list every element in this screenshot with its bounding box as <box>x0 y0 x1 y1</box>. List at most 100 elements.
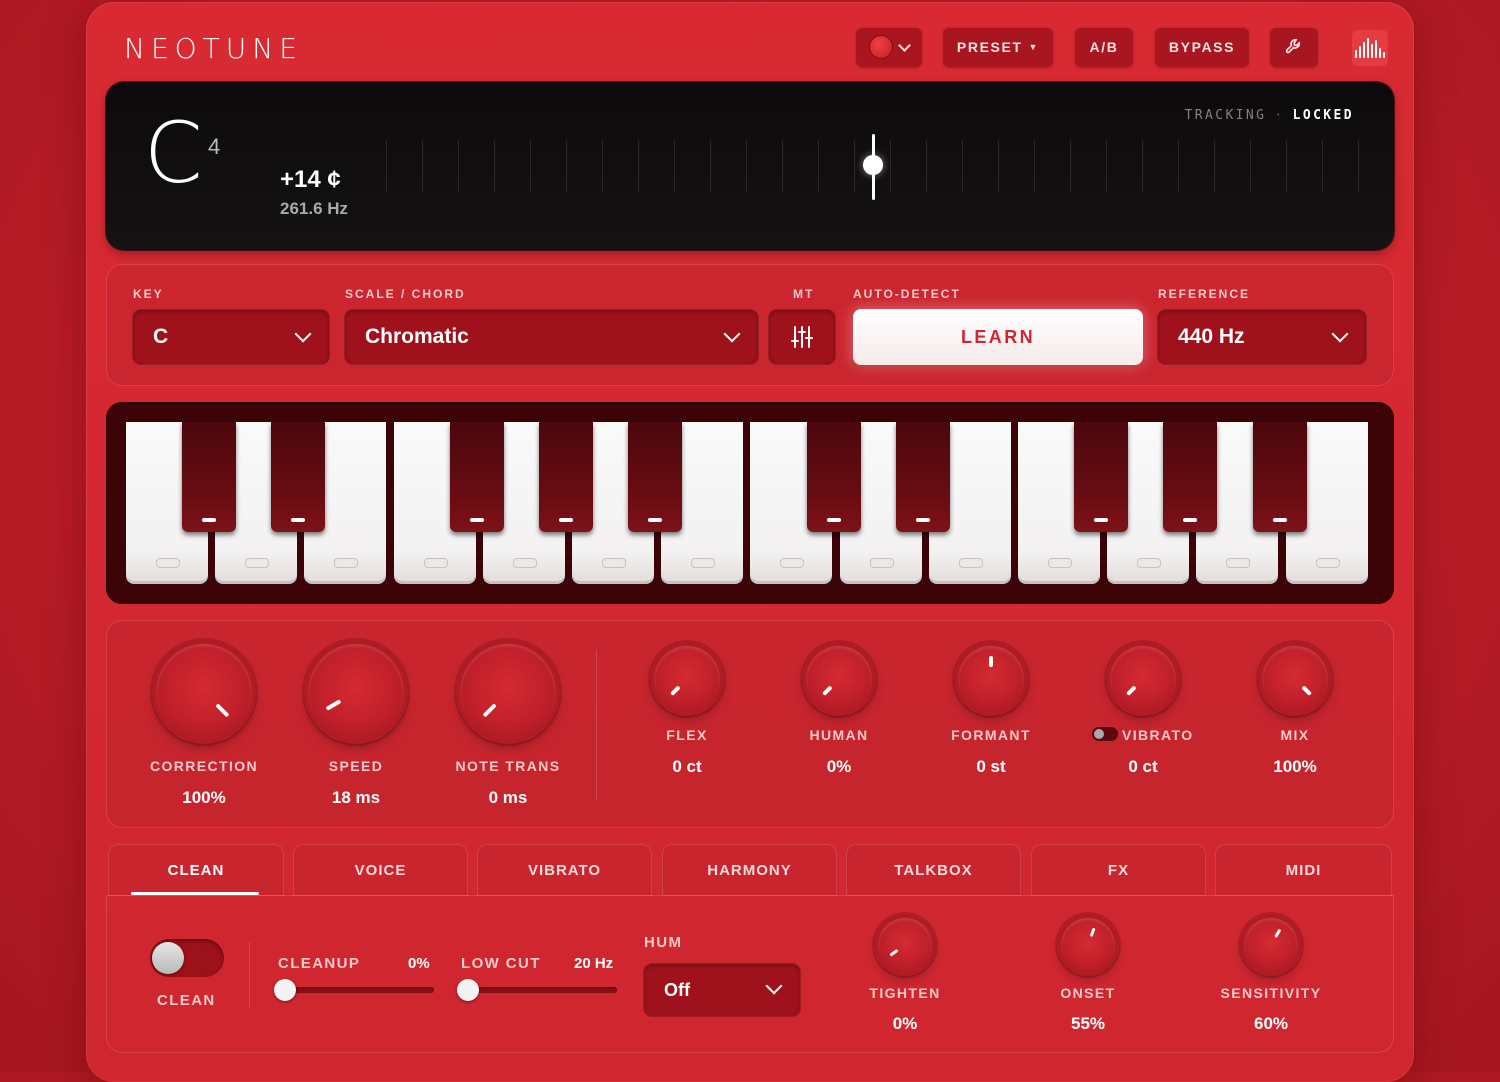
tuner-tick <box>1034 140 1035 192</box>
bypass-button[interactable]: BYPASS <box>1155 27 1249 67</box>
vibrato-label: VIBRATO <box>1122 727 1194 743</box>
preset-button[interactable]: PRESET ▼ <box>943 27 1053 67</box>
divider <box>249 942 250 1008</box>
mt-button[interactable] <box>769 310 835 364</box>
ab-button[interactable]: A/B <box>1075 27 1133 67</box>
black-key[interactable] <box>1074 422 1129 532</box>
tuner-tick <box>530 140 531 192</box>
record-dot-icon <box>869 36 892 58</box>
tab-harmony[interactable]: HARMONY <box>662 844 837 896</box>
tuner-tick <box>962 140 963 192</box>
key-enabled-indicator <box>334 558 359 568</box>
sensitivity-value: 60% <box>1253 1014 1289 1033</box>
tuner-tick <box>710 140 711 192</box>
key-enabled-indicator <box>648 518 663 522</box>
note-trans-value: 0 ms <box>488 788 528 807</box>
black-key[interactable] <box>539 422 593 532</box>
detected-octave: 4 <box>208 134 221 159</box>
autodetect-label: AUTO-DETECT <box>853 287 961 301</box>
key-enabled-indicator <box>1094 518 1109 522</box>
chevron-down-icon <box>897 38 911 52</box>
tab-clean[interactable]: CLEAN <box>108 844 284 896</box>
human-knob[interactable] <box>806 646 872 712</box>
cleanup-slider-thumb[interactable] <box>274 979 296 1001</box>
cleanup-slider[interactable] <box>276 987 434 993</box>
tuner-tick <box>926 140 927 192</box>
key-enabled-indicator <box>156 558 180 568</box>
vibrato-toggle[interactable] <box>1092 727 1118 741</box>
level-meter-button[interactable] <box>1352 30 1388 66</box>
scale-value: Chromatic <box>365 325 469 348</box>
tighten-value: 0% <box>892 1014 918 1033</box>
tab-vibrato[interactable]: VIBRATO <box>477 844 652 896</box>
hum-select[interactable]: Off <box>644 964 800 1016</box>
black-key[interactable] <box>271 422 326 532</box>
formant-value: 0 st <box>976 757 1006 776</box>
speed-knob[interactable] <box>308 644 404 740</box>
tuner-tick <box>782 140 783 192</box>
key-enabled-indicator <box>1226 558 1251 568</box>
key-enabled-indicator <box>826 518 841 522</box>
key-enabled-indicator <box>780 558 805 568</box>
black-key[interactable] <box>1252 422 1307 532</box>
black-key[interactable] <box>895 422 950 532</box>
tab-fx[interactable]: FX <box>1031 844 1206 896</box>
chevron-down-icon <box>765 977 783 995</box>
note-trans-knob[interactable] <box>460 644 556 740</box>
settings-button[interactable] <box>1270 27 1318 67</box>
flex-knob[interactable] <box>654 646 720 712</box>
formant-label: FORMANT <box>951 727 1031 743</box>
record-dropdown-button[interactable] <box>856 27 922 67</box>
tab-talkbox[interactable]: TALKBOX <box>846 844 1021 896</box>
key-enabled-indicator <box>1137 558 1162 568</box>
tighten-label: TIGHTEN <box>869 985 941 1001</box>
clean-toggle[interactable] <box>150 939 224 977</box>
key-select[interactable]: C <box>133 310 329 364</box>
tuner-tick <box>818 140 819 192</box>
tab-voice[interactable]: VOICE <box>293 844 468 896</box>
learn-button[interactable]: LEARN <box>853 309 1143 365</box>
lowcut-value: 20 Hz <box>574 955 614 972</box>
formant-knob[interactable] <box>958 646 1024 712</box>
pitch-tuner-display: C 4 +14 ¢ 261.6 Hz TRACKING · LOCKED <box>106 82 1394 250</box>
clean-toggle-label: CLEAN <box>157 992 216 1009</box>
tracking-label: TRACKING <box>1184 108 1267 123</box>
black-key[interactable] <box>806 422 861 532</box>
tracking-status: TRACKING · LOCKED <box>1185 108 1354 123</box>
key-enabled-indicator <box>1315 558 1340 568</box>
sensitivity-knob[interactable] <box>1244 918 1298 972</box>
mt-label: MT <box>793 287 815 301</box>
tuner-tick <box>638 140 639 192</box>
piano-keyboard <box>106 402 1394 604</box>
vibrato-knob[interactable] <box>1110 646 1176 712</box>
mix-value: 100% <box>1273 757 1317 776</box>
tuner-tick <box>458 140 459 192</box>
black-key[interactable] <box>182 422 237 532</box>
tuner-tick <box>1214 140 1215 192</box>
scale-select[interactable]: Chromatic <box>345 310 758 364</box>
key-enabled-indicator <box>691 558 716 568</box>
black-key[interactable] <box>449 422 504 532</box>
tuner-tick <box>1286 140 1287 192</box>
lowcut-slider[interactable] <box>459 987 617 993</box>
lowcut-slider-thumb[interactable] <box>457 979 479 1001</box>
tab-midi[interactable]: MIDI <box>1215 844 1392 896</box>
tighten-knob[interactable] <box>878 918 932 972</box>
key-enabled-indicator <box>291 518 306 522</box>
tuner-tick <box>746 140 747 192</box>
correction-knob[interactable] <box>156 644 252 740</box>
key-enabled-indicator <box>1272 518 1287 522</box>
wrench-icon <box>1285 39 1301 54</box>
reference-select[interactable]: 440 Hz <box>1158 310 1366 364</box>
speed-value: 18 ms <box>331 788 381 807</box>
onset-label: ONSET <box>1060 985 1116 1001</box>
black-key[interactable] <box>628 422 683 532</box>
cleanup-value: 0% <box>408 955 430 972</box>
lowcut-label: LOW CUT <box>461 955 541 972</box>
key-enabled-indicator <box>202 518 217 522</box>
correction-value: 100% <box>182 788 226 807</box>
black-key[interactable] <box>1163 422 1218 532</box>
mix-knob[interactable] <box>1262 646 1328 712</box>
speed-label: SPEED <box>328 758 384 774</box>
onset-knob[interactable] <box>1061 918 1115 972</box>
